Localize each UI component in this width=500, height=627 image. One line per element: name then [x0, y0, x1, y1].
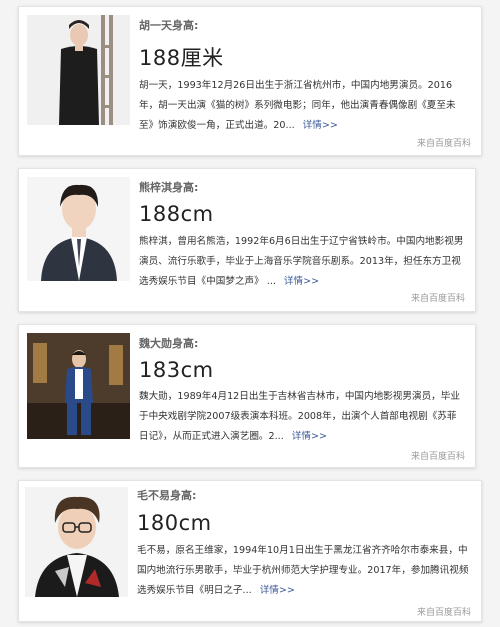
- height-value: 183cm: [139, 358, 214, 382]
- details-link[interactable]: 详情>>: [303, 120, 338, 131]
- source-label: 来自百度百科: [410, 294, 465, 304]
- card-description: 胡一天，1993年12月26日出生于浙江省杭州市，中国内地男演员。2016年，胡…: [139, 76, 467, 136]
- height-value: 188cm: [139, 202, 214, 226]
- description-text: 胡一天，1993年12月26日出生于浙江省杭州市，中国内地男演员。2016年，胡…: [139, 80, 456, 131]
- card-title: 熊梓淇身高:: [139, 181, 199, 194]
- card-title: 魏大勋身高:: [139, 337, 199, 350]
- details-link[interactable]: 详情>>: [292, 431, 327, 442]
- result-card: 熊梓淇身高: 188cm 熊梓淇，曾用名熊浩，1992年6月6日出生于辽宁省铁岭…: [18, 168, 476, 312]
- card-description: 魏大勋，1989年4月12日出生于吉林省吉林市，中国内地影视男演员，毕业于中央戏…: [139, 387, 465, 447]
- person-photo[interactable]: [27, 333, 130, 439]
- source-label: 来自百度百科: [416, 139, 471, 149]
- result-card: 毛不易身高: 180cm 毛不易，原名王维家，1994年10月1日出生于黑龙江省…: [18, 480, 482, 622]
- result-card: 胡一天身高: 188厘米 胡一天，1993年12月26日出生于浙江省杭州市，中国…: [18, 6, 482, 156]
- person-photo[interactable]: [27, 177, 130, 281]
- card-description: 熊梓淇，曾用名熊浩，1992年6月6日出生于辽宁省铁岭市。中国内地影视男演员、流…: [139, 232, 465, 292]
- description-text: 毛不易，原名王维家，1994年10月1日出生于黑龙江省齐齐哈尔市泰来县，中国内地…: [137, 545, 469, 596]
- card-title: 胡一天身高:: [139, 19, 199, 32]
- details-link[interactable]: 详情>>: [260, 585, 295, 596]
- details-link[interactable]: 详情>>: [284, 276, 319, 287]
- source-label: 来自百度百科: [410, 452, 465, 462]
- result-card: 魏大勋身高: 183cm 魏大勋，1989年4月12日出生于吉林省吉林市，中国内…: [18, 324, 476, 468]
- card-description: 毛不易，原名王维家，1994年10月1日出生于黑龙江省齐齐哈尔市泰来县，中国内地…: [137, 541, 471, 601]
- height-value: 188厘米: [139, 46, 224, 70]
- source-label: 来自百度百科: [416, 608, 471, 618]
- person-photo[interactable]: [27, 15, 130, 125]
- card-title: 毛不易身高:: [137, 489, 197, 502]
- person-photo[interactable]: [25, 487, 128, 597]
- height-value: 180cm: [137, 511, 212, 535]
